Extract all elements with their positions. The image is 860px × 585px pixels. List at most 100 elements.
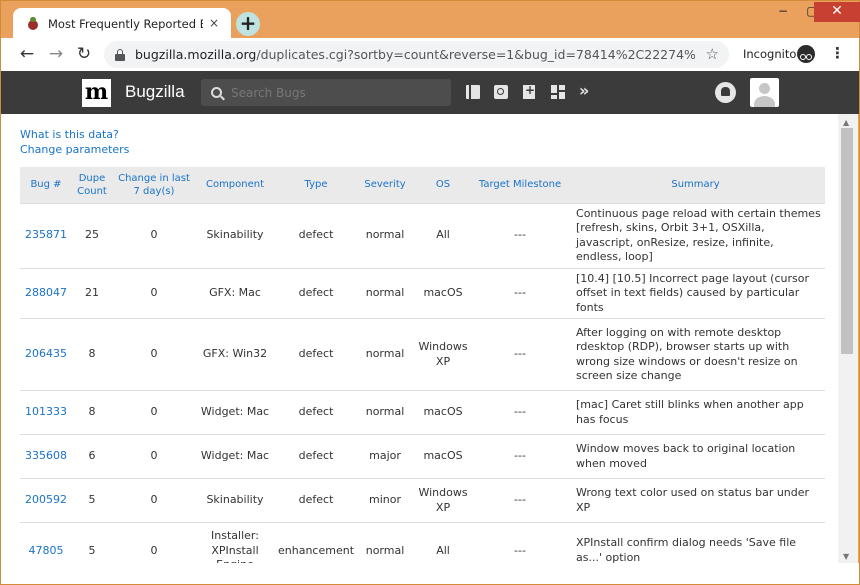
os-cell: macOS [412,267,475,319]
os-cell: Windows XP [412,478,475,523]
component-cell: Skinability [196,202,274,268]
table-row: 206435 8 0 GFX: Win32 defect normal Windows XP… [20,318,825,391]
os-cell: All [412,202,475,268]
browser-menu-icon[interactable]: ⋮ [830,44,845,62]
milestone-cell: --- [474,318,567,391]
severity-cell: normal [358,318,413,391]
incognito-label: Incognito [743,47,797,61]
table-row: 200592 5 0 Skinability defect minor Windows XP… [20,478,825,523]
summary-cell: Continuous page reload with certain them… [566,202,825,268]
scroll-up-icon[interactable]: ▲ [843,118,849,127]
table-header-row: Bug # Dupe Count Change in last 7 day(s)… [20,167,825,203]
browser-tab[interactable]: Most Frequently Reported Bugs × [13,8,231,39]
component-cell: Skinability [196,478,274,523]
bug-number-link[interactable]: 101333 [25,405,67,418]
change-parameters-link[interactable]: Change parameters [20,142,129,157]
back-arrow-icon[interactable]: ← [16,44,38,66]
type-cell: enhancement [274,522,359,563]
col-target-milestone[interactable]: Target Milestone [474,167,566,203]
type-cell: defect [274,202,359,268]
type-cell: defect [274,434,359,479]
table-row: 235871 25 0 Skinability defect normal All --- Co… [20,202,825,268]
component-cell: GFX: Mac [196,267,274,319]
duplicates-table: Bug # Dupe Count Change in last 7 day(s)… [20,167,825,563]
url-host: bugzilla.mozilla.org [135,47,257,62]
type-cell: defect [274,478,359,523]
address-bar[interactable]: bugzilla.mozilla.org/duplicates.cgi?sort… [104,41,729,68]
browser-toolbar: ← → ↻ bugzilla.mozilla.org/duplicates.cg… [1,38,859,71]
window-bottom [1,563,859,584]
bugzilla-header: m Bugzilla » [1,71,859,114]
scrollbar-thumb[interactable] [841,128,853,354]
search-box[interactable] [201,79,451,106]
search-input[interactable] [231,85,431,100]
severity-cell: normal [358,267,413,319]
change-count: 0 [112,478,196,523]
bug-number-link[interactable]: 288047 [25,286,67,299]
new-bug-icon[interactable] [523,83,535,99]
col-dupe-count[interactable]: Dupe Count [72,167,112,203]
more-chevron-icon[interactable]: » [579,83,597,99]
col-summary[interactable]: Summary [566,167,825,203]
bug-number-link[interactable]: 335608 [25,449,67,462]
vertical-scrollbar[interactable]: ▲ ▼ [838,114,858,563]
reload-icon[interactable]: ↻ [73,44,95,66]
new-tab-button[interactable]: + [236,12,260,36]
col-severity[interactable]: Severity [358,167,412,203]
scroll-down-icon[interactable]: ▼ [843,552,849,561]
table-row: 335608 6 0 Widget: Mac defect major macOS --- Wi… [20,434,825,479]
bookmark-star-icon[interactable]: ☆ [706,45,719,63]
milestone-cell: --- [474,522,567,563]
bug-number-link[interactable]: 200592 [25,493,67,506]
url-text[interactable]: bugzilla.mozilla.org/duplicates.cgi?sort… [135,47,695,62]
os-cell: macOS [412,434,475,479]
severity-cell: minor [358,478,413,523]
summary-cell: Window moves back to original location w… [566,434,825,479]
severity-cell: normal [358,390,413,435]
col-bug-number[interactable]: Bug # [20,167,72,203]
col-type[interactable]: Type [274,167,358,203]
page-links: What is this data? Change parameters [20,127,129,157]
window-close-button[interactable]: ✕ [814,2,860,22]
tab-close-icon[interactable]: × [207,16,221,30]
mozilla-logo[interactable]: m [82,79,111,107]
change-count: 0 [112,202,196,268]
summary-cell: Wrong text color used on status bar unde… [566,478,825,523]
component-cell: Widget: Mac [196,390,274,435]
table-row: 47805 50Installer: XPInstall Engineenhanc… [20,522,825,563]
bug-number-link[interactable]: 47805 [29,544,64,557]
severity-cell: normal [358,522,413,563]
col-os[interactable]: OS [412,167,474,203]
lock-icon[interactable] [115,48,125,61]
dupe-count: 8 [72,318,112,391]
url-path: /duplicates.cgi?sortby=count&reverse=1&b… [256,47,695,62]
dupe-count: 5 [72,522,112,563]
tab-strip: Most Frequently Reported Bugs × + − ▢ ✕ [1,1,860,39]
forward-arrow-icon[interactable]: → [45,44,67,66]
bug-cell: 101333 [20,390,72,435]
app-name[interactable]: Bugzilla [125,82,185,102]
page-content: What is this data? Change parameters Bug… [1,114,838,563]
dashboard-icon[interactable] [551,85,565,99]
advanced-search-icon[interactable] [494,85,508,99]
minimize-button[interactable]: − [769,2,797,22]
col-component[interactable]: Component [196,167,274,203]
bug-number-link[interactable]: 235871 [25,228,67,241]
browse-icon[interactable] [466,85,480,99]
what-is-this-data-link[interactable]: What is this data? [20,127,129,142]
milestone-cell: --- [474,434,567,479]
bug-cell: 235871 [20,202,72,268]
col-change[interactable]: Change in last 7 day(s) [112,167,196,203]
milestone-cell: --- [474,390,567,435]
tab-title: Most Frequently Reported Bugs [48,16,203,31]
notification-bell-icon[interactable] [715,82,736,103]
summary-cell: After logging on with remote desktop rde… [566,318,825,391]
incognito-icon[interactable] [797,45,815,63]
bug-number-link[interactable]: 206435 [25,347,67,360]
user-avatar[interactable] [750,78,779,107]
change-count: 0 [112,267,196,319]
type-cell: defect [274,390,359,435]
dupe-count: 25 [72,202,112,268]
change-count: 0 [112,522,196,563]
bug-cell: 206435 [20,318,72,391]
